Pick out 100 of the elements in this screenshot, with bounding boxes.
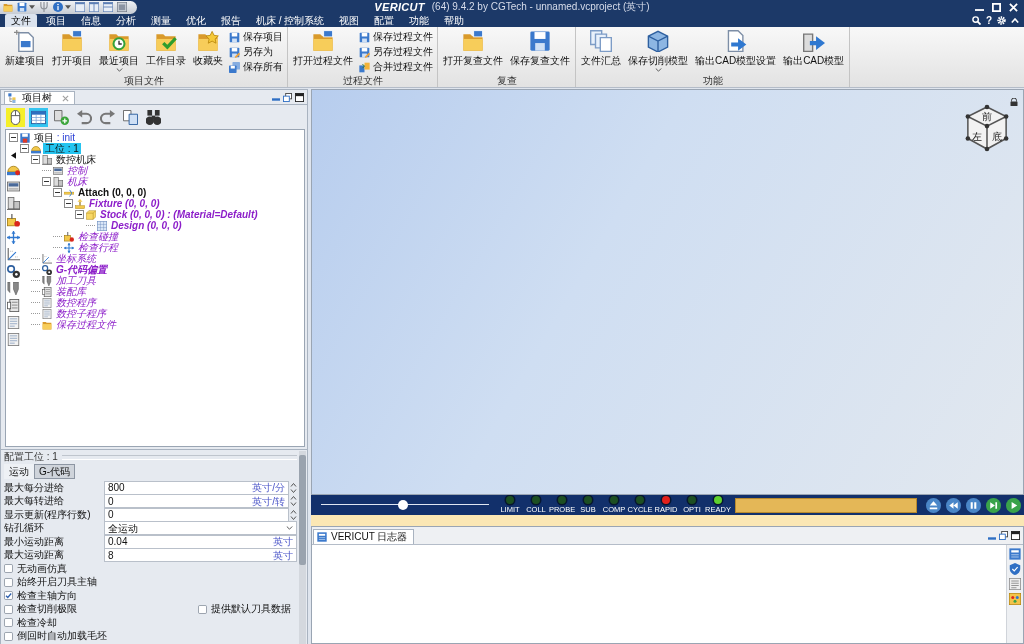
program-icon[interactable] — [7, 333, 20, 346]
rings-icon[interactable] — [7, 265, 20, 278]
list-icon[interactable] — [1009, 578, 1021, 590]
spinner-arrows-icon[interactable] — [290, 495, 297, 508]
spinner-arrows-icon[interactable] — [290, 481, 297, 494]
minimize-icon[interactable] — [988, 536, 996, 540]
ribbon-button[interactable]: 另存为 — [227, 45, 285, 59]
menu-tab[interactable]: 机床 / 控制系统 — [250, 14, 331, 27]
ribbon-button[interactable]: 另存过程文件 — [357, 45, 435, 59]
settings-icon[interactable] — [997, 16, 1006, 25]
single-pane-icon[interactable] — [75, 2, 85, 12]
library-icon[interactable] — [7, 299, 20, 312]
number-field[interactable]: 800 英寸/分 — [104, 480, 289, 495]
menu-tab[interactable]: 功能 — [403, 14, 436, 27]
tree-item[interactable]: 控制 — [65, 165, 89, 176]
ribbon-button[interactable]: 打开过程文件 — [290, 29, 356, 67]
tree-item[interactable]: 数控子程序 — [54, 308, 108, 319]
checkbox[interactable] — [4, 577, 13, 587]
minus-box-icon[interactable] — [31, 155, 40, 164]
search-icon[interactable] — [971, 16, 981, 25]
toolbar-button[interactable] — [29, 107, 48, 127]
eject-icon[interactable] — [926, 497, 941, 513]
checkbox[interactable] — [198, 604, 207, 614]
collision-icon[interactable] — [7, 214, 20, 227]
minus-box-icon[interactable] — [64, 199, 73, 208]
ribbon-button[interactable]: 保存过程文件 — [357, 30, 435, 44]
checkbox[interactable] — [4, 591, 13, 601]
tree-item[interactable]: 保存过程文件 — [54, 319, 118, 330]
left-arrow-icon[interactable] — [11, 152, 16, 159]
scrollbar[interactable] — [299, 451, 306, 644]
minus-box-icon[interactable] — [9, 133, 18, 142]
caret-icon[interactable] — [65, 5, 71, 9]
two-row-icon[interactable] — [103, 2, 113, 12]
pause-icon[interactable] — [966, 497, 981, 513]
ribbon-button[interactable]: 合并过程文件 — [357, 60, 435, 74]
two-column-icon[interactable] — [89, 2, 99, 12]
maximize-icon[interactable] — [295, 92, 304, 102]
help-button[interactable]: ? — [985, 14, 992, 27]
menu-tab[interactable]: 视图 — [333, 14, 366, 27]
toolbar-button[interactable] — [6, 107, 25, 127]
menu-tab[interactable]: 配置 — [368, 14, 401, 27]
axes-icon[interactable] — [7, 248, 20, 261]
tab[interactable]: G-代码 — [34, 464, 76, 479]
ribbon-button[interactable]: 保存切削模型 — [625, 29, 691, 73]
ribbon-button[interactable]: 工作目录 — [143, 29, 189, 67]
menu-tab[interactable]: 文件 — [5, 14, 37, 27]
ribbon-button[interactable]: 保存所有 — [227, 60, 285, 74]
save-icon[interactable] — [17, 2, 27, 12]
tree-item[interactable]: 机床 — [65, 176, 89, 187]
ribbon-button[interactable]: 打开复查文件 — [440, 29, 506, 67]
ribbon-button[interactable]: 文件汇总 — [578, 29, 624, 67]
ribbon-button[interactable]: 收藏夹 — [190, 29, 226, 67]
panel-icon[interactable] — [7, 180, 20, 193]
checkbox[interactable] — [4, 604, 13, 614]
ribbon-button[interactable]: 输出CAD模型 — [780, 29, 848, 67]
menu-tab[interactable]: 测量 — [145, 14, 177, 27]
machine-icon[interactable] — [7, 197, 20, 210]
cross-arrows-icon[interactable] — [7, 231, 20, 244]
tree-item[interactable]: 检查行程 — [76, 242, 120, 253]
ribbon-button[interactable]: 保存复查文件 — [507, 29, 573, 67]
ribbon-button[interactable]: 打开项目 — [49, 29, 95, 67]
ribbon-button[interactable]: 输出CAD模型设置 — [692, 29, 780, 67]
tree-item[interactable]: 加工刀具 — [54, 275, 98, 286]
menu-tab[interactable]: 信息 — [75, 14, 107, 27]
tree-item[interactable]: 工位 : 1 — [43, 143, 81, 154]
panel-tab[interactable]: 项目树 — [4, 91, 75, 104]
checkbox[interactable] — [4, 564, 13, 574]
restore-icon[interactable] — [999, 531, 1008, 540]
menu-tab[interactable]: 报告 — [215, 14, 247, 27]
input-field[interactable]: 8 英寸 — [104, 548, 297, 563]
ribbon-button[interactable]: 最近项目 — [96, 29, 142, 73]
menu-tab[interactable]: 项目 — [40, 14, 72, 27]
ribbon-button[interactable]: 保存项目 — [227, 30, 285, 44]
collapse-caret-icon[interactable] — [1011, 18, 1019, 23]
step-forward-icon[interactable] — [986, 497, 1001, 513]
checkbox[interactable] — [4, 631, 13, 641]
panel-tab[interactable]: VERICUT 日志器 — [313, 529, 414, 544]
tree-item[interactable]: Stock (0, 0, 0) : (Material=Default) — [98, 209, 260, 220]
minus-box-icon[interactable] — [20, 144, 29, 153]
tree-item[interactable]: 装配库 — [54, 286, 88, 297]
tab[interactable]: 运动 — [4, 464, 34, 479]
helmet-icon[interactable] — [7, 163, 20, 176]
program-icon[interactable] — [7, 316, 20, 329]
menu-tab[interactable]: 优化 — [180, 14, 212, 27]
tree-item[interactable]: Attach (0, 0, 0) — [76, 187, 149, 198]
caret-icon[interactable] — [29, 5, 35, 9]
view-cube[interactable]: 前 左 底 — [965, 104, 1009, 152]
tree-item[interactable]: G-代码偏置 — [54, 264, 110, 275]
minus-box-icon[interactable] — [42, 177, 51, 186]
minus-box-icon[interactable] — [53, 188, 62, 197]
lock-icon[interactable] — [1010, 98, 1018, 106]
minus-box-icon[interactable] — [75, 210, 84, 219]
ribbon-button[interactable]: 新建项目 — [2, 29, 48, 67]
spinner-arrows-icon[interactable] — [290, 508, 297, 521]
play-icon[interactable] — [1006, 497, 1021, 513]
tree-item[interactable]: 数控程序 — [54, 297, 98, 308]
tree-item[interactable]: 数控机床 — [54, 154, 98, 165]
menu-tab[interactable]: 分析 — [110, 14, 142, 27]
tree-item[interactable]: Design (0, 0, 0) — [109, 220, 184, 231]
rewind-icon[interactable] — [946, 497, 961, 513]
